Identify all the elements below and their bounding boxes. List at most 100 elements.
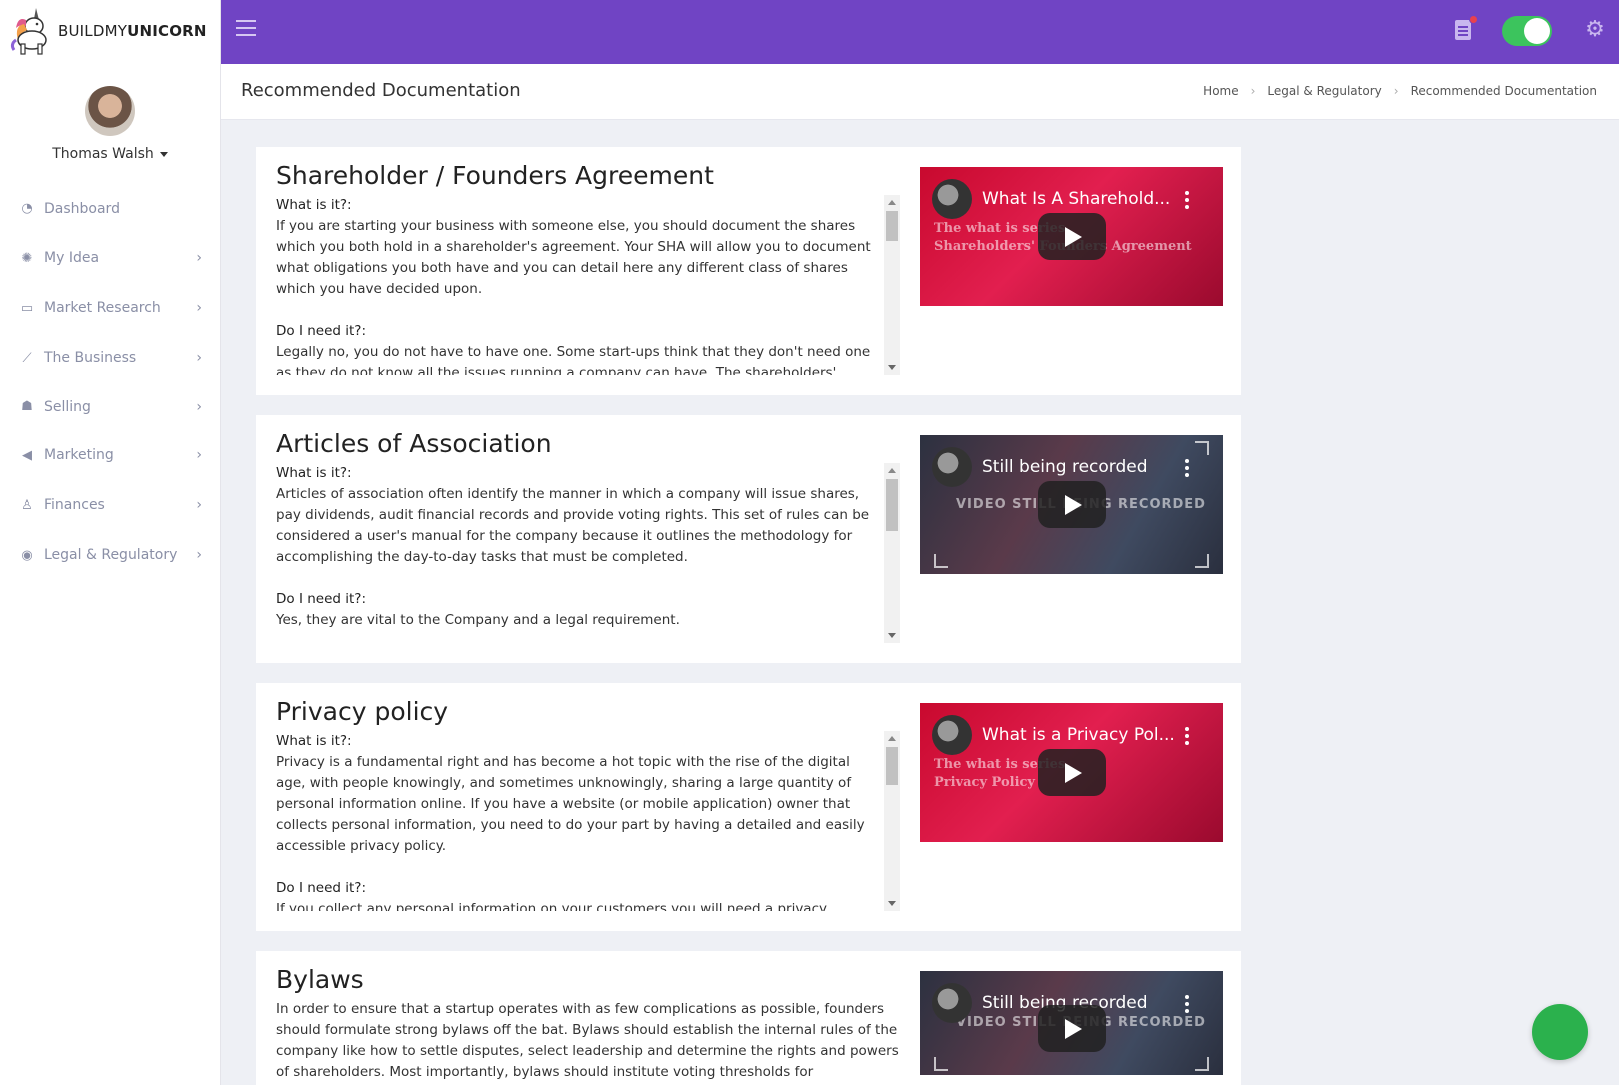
- doc-card-shareholder-agreement: Shareholder / Founders Agreement What is…: [256, 147, 1241, 395]
- breadcrumb: Home › Legal & Regulatory › Recommended …: [1203, 84, 1597, 98]
- topbar: ⚙: [221, 0, 1619, 64]
- chevron-right-icon: ›: [196, 398, 202, 415]
- card-description[interactable]: What is it?: Privacy is a fundamental ri…: [276, 731, 882, 911]
- scrollbar[interactable]: [884, 731, 900, 911]
- card-title: Bylaws: [276, 965, 364, 994]
- gear-icon[interactable]: ⚙: [1583, 18, 1607, 42]
- card-description[interactable]: In order to ensure that a startup operat…: [276, 999, 902, 1085]
- doc-card-articles-of-association: Articles of Association What is it?: Art…: [256, 415, 1241, 663]
- video-player[interactable]: The what is series Shareholders' Founder…: [920, 167, 1223, 306]
- notes-icon[interactable]: [1455, 20, 1471, 40]
- what-text: Articles of association often identify t…: [276, 486, 870, 565]
- frame-corner: [1195, 441, 1209, 455]
- what-text: Privacy is a fundamental right and has b…: [276, 754, 865, 854]
- play-button-icon[interactable]: [1038, 481, 1106, 528]
- doc-card-privacy-policy: Privacy policy What is it?: Privacy is a…: [256, 683, 1241, 931]
- user-name: Thomas Walsh: [52, 146, 154, 162]
- video-title[interactable]: Still being recorded: [982, 457, 1148, 477]
- breadcrumb-current: Recommended Documentation: [1410, 84, 1597, 98]
- channel-avatar[interactable]: [932, 447, 972, 487]
- notification-dot: [1469, 15, 1478, 24]
- brand[interactable]: BUILDMYUNICORN: [0, 0, 220, 62]
- need-label: Do I need it?:: [276, 591, 367, 607]
- sidebar-item-market-research[interactable]: ▭ Market Research ›: [0, 283, 220, 333]
- card-description[interactable]: What is it?: Articles of association oft…: [276, 463, 882, 643]
- what-label: What is it?:: [276, 197, 352, 213]
- channel-avatar[interactable]: [932, 983, 972, 1023]
- need-label: Do I need it?:: [276, 880, 367, 896]
- scrollbar[interactable]: [884, 463, 900, 643]
- channel-avatar[interactable]: [932, 179, 972, 219]
- play-button-icon[interactable]: [1038, 213, 1106, 260]
- sidebar-item-finances[interactable]: ♙ Finances ›: [0, 480, 220, 530]
- need-text: Yes, they are vital to the Company and a…: [276, 612, 680, 628]
- hamburger-menu-icon[interactable]: [236, 20, 256, 36]
- sidebar-item-legal-regulatory[interactable]: ◉ Legal & Regulatory ›: [0, 530, 220, 580]
- more-options-icon[interactable]: [1185, 459, 1189, 477]
- floating-action-button[interactable]: [1532, 1004, 1588, 1060]
- what-text: If you are starting your business with s…: [276, 218, 871, 297]
- body-text: In order to ensure that a startup operat…: [276, 1001, 899, 1080]
- caret-down-icon: [159, 151, 168, 157]
- sidebar-item-selling[interactable]: ☗ Selling ›: [0, 383, 220, 430]
- breadcrumb-legal-regulatory[interactable]: Legal & Regulatory: [1267, 84, 1381, 98]
- video-title[interactable]: What Is A Sharehold...: [982, 189, 1170, 209]
- chevron-right-icon: ›: [196, 350, 202, 366]
- chat-icon: ▭: [20, 300, 34, 316]
- chart-line-icon: ⟋: [22, 350, 32, 366]
- page-header: Recommended Documentation Home › Legal &…: [221, 64, 1619, 120]
- card-title: Articles of Association: [276, 429, 552, 458]
- user-menu-toggle[interactable]: Thomas Walsh: [52, 146, 168, 162]
- lightbulb-icon: ✺: [21, 250, 33, 266]
- need-text: Legally no, you do not have to have one.…: [276, 344, 871, 375]
- video-overlay-text: Privacy Policy: [934, 775, 1035, 790]
- page-title: Recommended Documentation: [241, 80, 521, 101]
- breadcrumb-home[interactable]: Home: [1203, 84, 1238, 98]
- chevron-right-icon: ›: [196, 497, 202, 513]
- people-icon: ☗: [21, 399, 33, 414]
- chevron-right-icon: ›: [196, 300, 202, 316]
- what-label: What is it?:: [276, 733, 352, 749]
- sidebar-item-the-business[interactable]: ⟋ The Business ›: [0, 333, 220, 383]
- gauge-icon: ◔: [21, 201, 33, 216]
- chevron-right-icon: ›: [196, 547, 202, 563]
- play-button-icon[interactable]: [1038, 749, 1106, 796]
- frame-corner: [934, 554, 948, 568]
- chevron-right-icon: ›: [196, 250, 202, 266]
- chevron-right-icon: ›: [196, 447, 202, 463]
- need-text: If you collect any personal information …: [276, 901, 827, 911]
- user-profile: Thomas Walsh: [0, 62, 220, 162]
- more-options-icon[interactable]: [1185, 727, 1189, 745]
- more-options-icon[interactable]: [1185, 995, 1189, 1013]
- brand-name: BUILDMYUNICORN: [58, 22, 207, 40]
- sidebar-item-dashboard[interactable]: ◔ Dashboard: [0, 184, 220, 233]
- sidebar: BUILDMYUNICORN Thomas Walsh ◔ Dashboard …: [0, 0, 221, 1085]
- card-title: Shareholder / Founders Agreement: [276, 161, 714, 190]
- avatar[interactable]: [85, 86, 135, 136]
- sidebar-menu: ◔ Dashboard ✺ My Idea › ▭ Market Researc…: [0, 184, 220, 580]
- mode-toggle[interactable]: [1502, 16, 1552, 46]
- video-player[interactable]: VIDEO STILL BEING RECORDED Still being r…: [920, 435, 1223, 574]
- more-options-icon[interactable]: [1185, 191, 1189, 209]
- frame-corner: [1195, 554, 1209, 568]
- card-description[interactable]: What is it?: If you are starting your bu…: [276, 195, 882, 375]
- flask-icon: ♙: [21, 497, 33, 513]
- video-player[interactable]: VIDEO STILL BEING RECORDED Still being r…: [920, 971, 1223, 1075]
- chevron-right-icon: ›: [1250, 84, 1256, 98]
- chevron-right-icon: ›: [1393, 84, 1399, 98]
- video-title[interactable]: What is a Privacy Pol...: [982, 725, 1175, 745]
- sidebar-item-marketing[interactable]: ◀ Marketing ›: [0, 430, 220, 480]
- unicorn-logo-icon: [8, 6, 54, 56]
- what-label: What is it?:: [276, 465, 352, 481]
- megaphone-icon: ◀: [22, 447, 32, 463]
- channel-avatar[interactable]: [932, 715, 972, 755]
- scrollbar[interactable]: [884, 195, 900, 375]
- play-button-icon[interactable]: [1038, 1005, 1106, 1052]
- video-player[interactable]: The what is series Privacy Policy What i…: [920, 703, 1223, 842]
- toggle-knob: [1524, 18, 1550, 44]
- need-label: Do I need it?:: [276, 323, 367, 339]
- location-pin-icon: ◉: [21, 547, 33, 563]
- frame-corner: [1195, 1057, 1209, 1071]
- frame-corner: [934, 1057, 948, 1071]
- sidebar-item-my-idea[interactable]: ✺ My Idea ›: [0, 233, 220, 283]
